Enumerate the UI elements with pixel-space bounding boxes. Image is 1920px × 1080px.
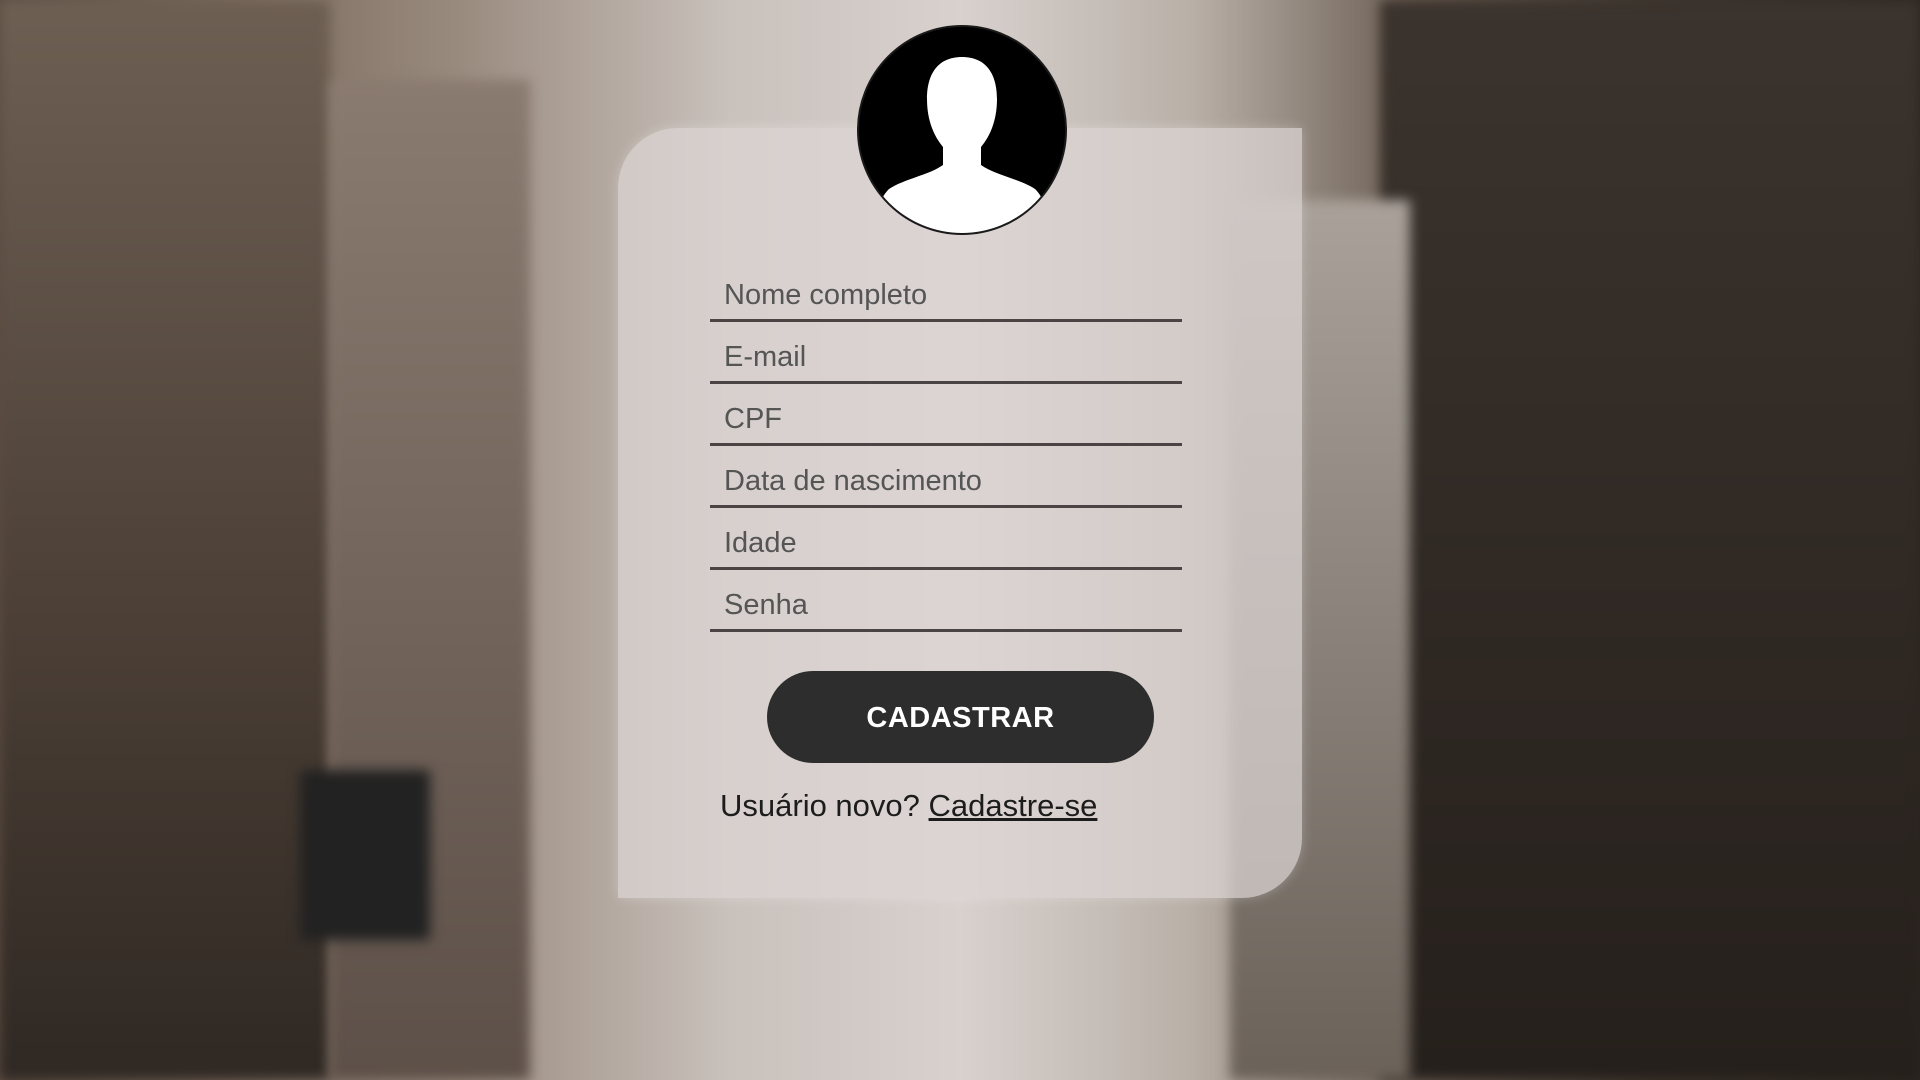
user-silhouette-icon <box>875 57 1049 233</box>
signup-prompt-text: Usuário novo? <box>720 788 920 823</box>
signup-prompt: Usuário novo? Cadastre-se <box>720 788 1097 824</box>
register-button[interactable]: CADASTRAR <box>767 671 1154 763</box>
building-left <box>0 0 330 1080</box>
birth-date-input[interactable] <box>722 464 1176 499</box>
email-input[interactable] <box>722 340 1176 375</box>
email-field <box>710 322 1182 384</box>
birth-date-field <box>710 446 1182 508</box>
registration-form <box>710 260 1182 632</box>
password-field <box>710 570 1182 632</box>
password-input[interactable] <box>722 588 1176 623</box>
full-name-field <box>710 260 1182 322</box>
cpf-input[interactable] <box>722 402 1176 437</box>
cpf-field <box>710 384 1182 446</box>
age-input[interactable] <box>722 526 1176 561</box>
age-field <box>710 508 1182 570</box>
full-name-input[interactable] <box>722 278 1176 313</box>
building-right <box>1380 0 1920 1080</box>
storefront-sign <box>300 770 430 940</box>
avatar <box>857 25 1067 235</box>
signup-link[interactable]: Cadastre-se <box>929 788 1098 823</box>
